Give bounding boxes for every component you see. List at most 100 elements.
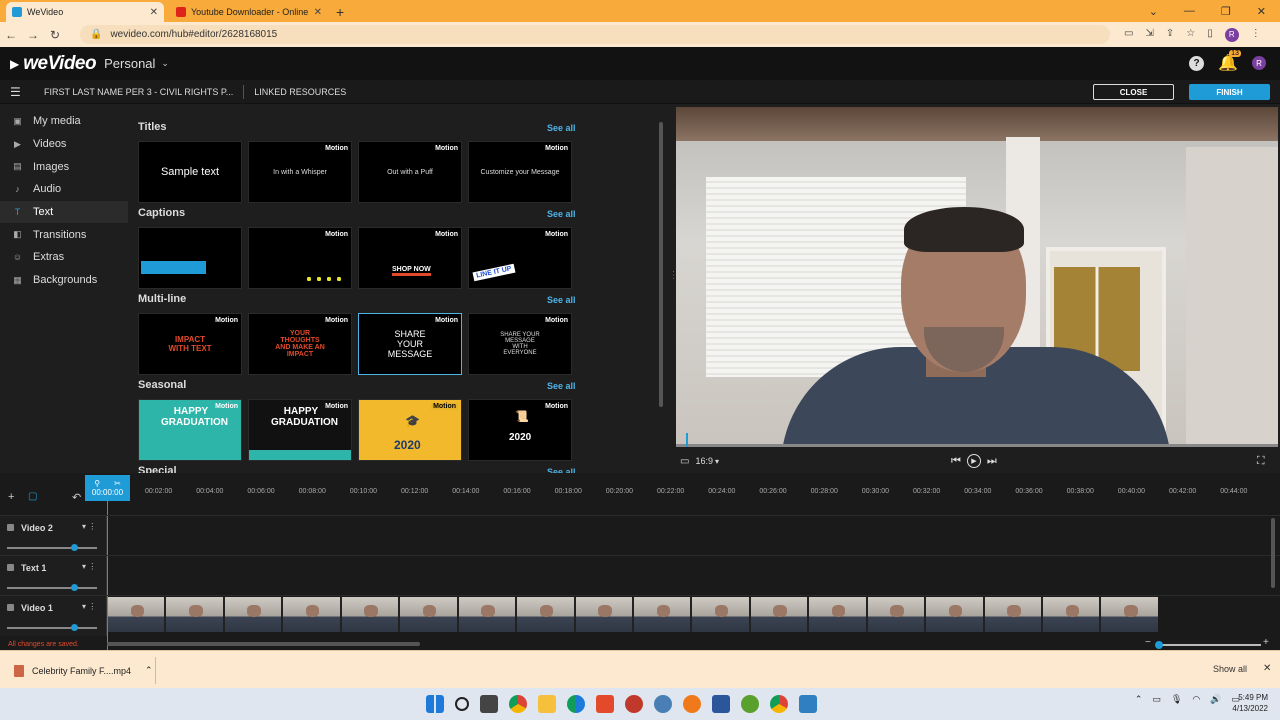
close-tab-icon[interactable]: ✕ — [314, 7, 322, 18]
sidebar-item-backgrounds[interactable]: ▦ Backgrounds — [0, 269, 128, 292]
app-icon[interactable] — [625, 695, 643, 713]
download-item[interactable]: Celebrity Family F....mp4 ⌃ — [8, 657, 156, 684]
close-downloads-icon[interactable]: ✕ — [1263, 663, 1271, 674]
reload-icon[interactable]: ↻ — [44, 28, 66, 42]
app-logo[interactable]: weVideo — [23, 53, 96, 75]
chevron-up-icon[interactable]: ⌃ — [145, 665, 153, 676]
windows-start-icon[interactable] — [426, 695, 444, 713]
see-all-link[interactable]: See all — [547, 123, 576, 133]
skip-forward-icon[interactable]: ⏭ — [987, 455, 997, 468]
keyboard-icon[interactable]: ▭ — [1152, 694, 1161, 705]
template-thumbnail[interactable]: Motion Customize your Message — [468, 141, 572, 203]
install-icon[interactable]: ⇲ — [1145, 28, 1153, 42]
scrubber-line[interactable] — [676, 444, 1278, 447]
template-thumbnail[interactable]: Motion SHOP NOW — [358, 227, 462, 289]
sidebar-item-images[interactable]: ▤ Images — [0, 155, 128, 178]
project-title[interactable]: FIRST LAST NAME PER 3 - CIVIL RIGHTS P..… — [44, 87, 233, 97]
copy-icon[interactable]: ▢ — [28, 491, 37, 502]
template-thumbnail[interactable]: Motion IMPACT WITH TEXT — [138, 313, 242, 375]
track-visibility-checkbox[interactable] — [7, 524, 14, 531]
url-field[interactable]: 🔒 wevideo.com/hub#editor/2628168015 — [80, 25, 1110, 44]
user-avatar[interactable]: R — [1252, 56, 1266, 70]
template-thumbnail[interactable]: Motion SHARE YOUR MESSAGE WITH EVERYONE — [468, 313, 572, 375]
track-menu-icon[interactable]: ▾ ⋮ — [82, 602, 96, 611]
zoom-in-icon[interactable]: + — [1263, 637, 1269, 648]
track-volume-slider[interactable] — [7, 544, 97, 551]
close-window-icon[interactable]: ✕ — [1257, 5, 1266, 18]
template-thumbnail[interactable]: Motion HAPPY GRADUATION — [138, 399, 242, 461]
sidebar-item-videos[interactable]: ▶ Videos — [0, 133, 128, 156]
zoom-out-icon[interactable]: − — [1145, 637, 1151, 648]
template-thumbnail[interactable]: Motion 📜 2020 — [468, 399, 572, 461]
browser-tab-youtube-downloader[interactable]: Youtube Downloader - Online Yo ✕ — [170, 2, 328, 22]
time-ruler[interactable]: 00:02:00 00:04:00 00:06:00 00:08:00 00:10:00… — [107, 483, 1280, 503]
chrome-icon[interactable] — [770, 695, 788, 713]
settings-icon[interactable] — [596, 695, 614, 713]
track-volume-slider[interactable] — [7, 584, 97, 591]
volume-knob[interactable] — [71, 584, 78, 591]
browser-tab-wevideo[interactable]: WeVideo ✕ — [6, 2, 164, 22]
track-volume-slider[interactable] — [7, 624, 97, 631]
firefox-icon[interactable] — [683, 695, 701, 713]
timeline-v-scrollbar[interactable] — [1271, 518, 1275, 588]
microphone-icon[interactable]: 🎙 — [1171, 694, 1182, 705]
chrome-icon[interactable] — [509, 695, 527, 713]
template-thumbnail[interactable]: Motion — [248, 227, 352, 289]
volume-knob[interactable] — [71, 544, 78, 551]
template-thumbnail[interactable]: Motion Out with a Puff — [358, 141, 462, 203]
add-track-icon[interactable]: + — [8, 491, 14, 503]
sidepanel-icon[interactable]: ▯ — [1207, 28, 1213, 42]
see-all-link[interactable]: See all — [547, 381, 576, 391]
volume-knob[interactable] — [71, 624, 78, 631]
kebab-menu-icon[interactable]: ⋮ — [1251, 28, 1261, 42]
zoom-knob[interactable] — [1155, 641, 1163, 649]
see-all-link[interactable]: See all — [547, 295, 576, 305]
new-tab-button[interactable]: + — [336, 2, 344, 22]
sidebar-item-audio[interactable]: ♪ Audio — [0, 178, 128, 201]
track-name[interactable]: Video 1 — [21, 603, 53, 613]
track-menu-icon[interactable]: ▾ ⋮ — [82, 562, 96, 571]
timeline-scrollbar[interactable] — [107, 642, 420, 646]
scrubber-knob[interactable] — [686, 433, 688, 447]
undo-icon[interactable]: ↶ — [72, 491, 81, 504]
template-thumbnail-selected[interactable]: Motion SHARE YOUR MESSAGE — [358, 313, 462, 375]
star-icon[interactable]: ☆ — [1186, 28, 1195, 42]
task-view-icon[interactable] — [480, 695, 498, 713]
sidebar-item-extras[interactable]: ☺ Extras — [0, 246, 128, 269]
template-thumbnail[interactable]: Motion In with a Whisper — [248, 141, 352, 203]
hamburger-menu-icon[interactable]: ☰ — [10, 85, 22, 99]
video-clip[interactable] — [108, 597, 1158, 632]
chevron-up-icon[interactable]: ⌃ — [1135, 694, 1143, 705]
aspect-ratio-dropdown[interactable]: 16:9 — [695, 456, 713, 466]
close-button[interactable]: CLOSE — [1093, 84, 1174, 100]
track-name[interactable]: Video 2 — [21, 523, 53, 533]
minimize-icon[interactable]: — — [1184, 5, 1195, 17]
template-thumbnail[interactable]: Motion HAPPY GRADUATION — [248, 399, 352, 461]
tab-search-icon[interactable]: ⌄ — [1149, 5, 1158, 18]
search-icon[interactable] — [455, 697, 469, 711]
library-scrollbar[interactable] — [659, 122, 663, 407]
sidebar-item-transitions[interactable]: ◧ Transitions — [0, 223, 128, 246]
chevron-down-icon[interactable]: ▾ — [715, 457, 719, 466]
forward-icon[interactable]: → — [22, 28, 44, 42]
template-thumbnail[interactable]: Motion 🎓 2020 — [358, 399, 462, 461]
skip-back-icon[interactable]: ⏮ — [951, 455, 961, 468]
app-icon[interactable] — [654, 695, 672, 713]
camera-icon[interactable]: ▭ — [1124, 28, 1133, 42]
sidebar-item-my-media[interactable]: ▣ My media — [0, 110, 128, 133]
template-thumbnail[interactable]: Sample text — [138, 141, 242, 203]
zoom-slider[interactable]: − + — [1145, 637, 1270, 649]
system-clock[interactable]: 5:49 PM 4/13/2022 — [1232, 692, 1268, 714]
back-icon[interactable]: ← — [0, 28, 22, 42]
split-scissors-icon[interactable]: ✂ — [114, 479, 121, 488]
see-all-link[interactable]: See all — [547, 209, 576, 219]
workspace-selector[interactable]: Personal — [104, 56, 155, 71]
help-icon[interactable]: ? — [1189, 55, 1205, 71]
maximize-icon[interactable]: ❐ — [1221, 5, 1231, 18]
marker-icon[interactable]: ⚲ — [94, 479, 100, 488]
volume-icon[interactable]: 🔊 — [1210, 694, 1221, 705]
track-visibility-checkbox[interactable] — [7, 564, 14, 571]
template-thumbnail[interactable]: Motion YOUR THOUGHTS AND MAKE AN IMPACT — [248, 313, 352, 375]
show-all-link[interactable]: Show all — [1213, 664, 1247, 674]
fullscreen-icon[interactable]: ⛶ — [1257, 455, 1265, 468]
